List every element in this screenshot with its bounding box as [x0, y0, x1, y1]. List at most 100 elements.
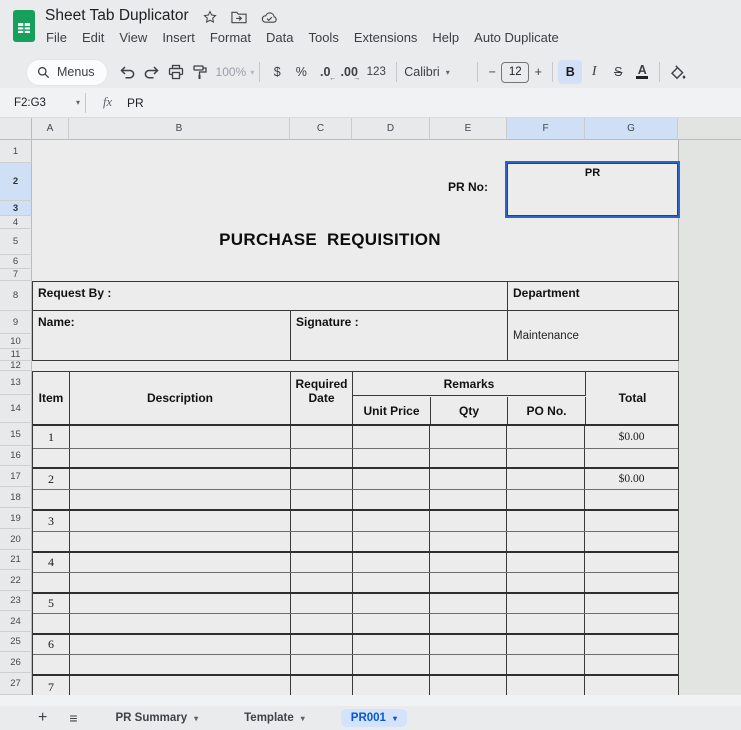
empty-cell[interactable] — [70, 469, 291, 489]
more-formats-button[interactable]: 123 — [361, 60, 391, 84]
empty-cell[interactable] — [353, 511, 431, 531]
row-header-19[interactable]: 19 — [0, 508, 32, 529]
empty-cell[interactable] — [70, 594, 291, 613]
header-description[interactable]: Description — [70, 372, 291, 424]
row-header-7[interactable]: 7 — [0, 269, 32, 281]
row-header-10[interactable]: 10 — [0, 334, 32, 349]
cell-pr-no-label[interactable]: PR No: — [377, 178, 488, 196]
cell-request-by[interactable]: Request By : — [33, 282, 508, 310]
empty-cell[interactable] — [353, 676, 431, 695]
empty-cell[interactable] — [430, 655, 507, 674]
empty-cell[interactable] — [70, 676, 291, 695]
empty-cell[interactable] — [507, 532, 585, 551]
column-header-F[interactable]: F — [507, 118, 585, 140]
empty-cell[interactable] — [585, 490, 678, 509]
header-required-date[interactable]: Required Date — [291, 372, 353, 424]
column-header-E[interactable]: E — [430, 118, 507, 140]
total-cell[interactable]: $0.00 — [585, 469, 678, 489]
empty-cell[interactable] — [430, 553, 507, 572]
empty-cell[interactable] — [353, 449, 431, 467]
row-header-17[interactable]: 17 — [0, 466, 32, 487]
header-total[interactable]: Total — [586, 372, 679, 424]
empty-cell[interactable] — [291, 469, 353, 489]
header-remarks[interactable]: Remarks — [353, 372, 586, 396]
undo-button[interactable] — [116, 60, 140, 84]
empty-cell[interactable] — [507, 635, 585, 654]
empty-cell[interactable] — [507, 573, 585, 592]
empty-cell[interactable] — [585, 532, 678, 551]
row-header-24[interactable]: 24 — [0, 611, 32, 632]
strikethrough-button[interactable]: S — [606, 60, 630, 84]
empty-cell[interactable] — [507, 449, 585, 467]
empty-cell[interactable] — [353, 635, 431, 654]
empty-cell[interactable] — [70, 655, 291, 674]
empty-cell[interactable] — [585, 614, 678, 633]
row-header-12[interactable]: 12 — [0, 361, 32, 371]
row-header-14[interactable]: 14 — [0, 395, 32, 423]
header-po-no[interactable]: PO No. — [508, 397, 586, 424]
column-header-B[interactable]: B — [69, 118, 290, 140]
fill-color-icon[interactable] — [665, 60, 689, 84]
cell-signature-label[interactable]: Signature : — [291, 311, 508, 360]
empty-cell[interactable] — [430, 511, 507, 531]
row-header-25[interactable]: 25 — [0, 632, 32, 652]
empty-cell[interactable] — [291, 655, 353, 674]
decrease-font-size-button[interactable]: − — [483, 60, 501, 84]
empty-cell[interactable] — [585, 655, 678, 674]
empty-cell[interactable] — [353, 573, 431, 592]
empty-cell[interactable] — [353, 532, 431, 551]
italic-button[interactable]: I — [582, 60, 606, 84]
item-number-cell[interactable]: 3 — [33, 511, 70, 531]
row-header-15[interactable]: 15 — [0, 423, 32, 446]
row-header-3[interactable]: 3 — [0, 201, 32, 216]
empty-cell[interactable] — [291, 594, 353, 613]
empty-cell[interactable] — [430, 614, 507, 633]
empty-cell[interactable] — [430, 426, 507, 448]
select-all-corner[interactable] — [0, 118, 32, 140]
font-size-input[interactable]: 12 — [501, 62, 529, 83]
move-folder-icon[interactable] — [231, 10, 247, 24]
header-item[interactable]: Item — [33, 372, 70, 424]
empty-cell[interactable] — [291, 449, 353, 467]
zoom-control[interactable]: 100% ▾ — [216, 65, 255, 79]
empty-cell[interactable] — [353, 490, 431, 509]
sheet-tab-template[interactable]: Template▾ — [234, 709, 315, 727]
row-header-13[interactable]: 13 — [0, 371, 32, 395]
currency-format-button[interactable]: $ — [265, 60, 289, 84]
cell-document-title[interactable]: PURCHASE REQUISITION — [180, 227, 480, 253]
name-box[interactable]: F2:G3 ▾ — [14, 97, 80, 109]
add-sheet-button[interactable]: + — [38, 709, 47, 727]
menus-search-button[interactable]: Menus — [27, 60, 107, 85]
menu-tools[interactable]: Tools — [308, 30, 338, 45]
row-header-5[interactable]: 5 — [0, 229, 32, 255]
empty-cell[interactable] — [33, 573, 70, 592]
total-cell[interactable]: $0.00 — [585, 426, 678, 448]
column-header-A[interactable]: A — [32, 118, 69, 140]
empty-cell[interactable] — [353, 594, 431, 613]
row-header-9[interactable]: 9 — [0, 311, 32, 334]
empty-cell[interactable] — [291, 511, 353, 531]
empty-cell[interactable] — [353, 614, 431, 633]
menu-edit[interactable]: Edit — [82, 30, 104, 45]
cloud-status-icon[interactable] — [261, 11, 278, 24]
empty-cell[interactable] — [33, 449, 70, 467]
document-title[interactable]: Sheet Tab Duplicator — [45, 7, 189, 25]
font-family-selector[interactable]: Calibri ▾ — [404, 65, 470, 79]
sheet-tab-pr-summary[interactable]: PR Summary▾ — [106, 709, 209, 727]
total-cell[interactable] — [585, 553, 678, 572]
row-header-22[interactable]: 22 — [0, 570, 32, 591]
empty-cell[interactable] — [507, 676, 585, 695]
empty-cell[interactable] — [353, 553, 431, 572]
column-header-C[interactable]: C — [290, 118, 352, 140]
row-header-8[interactable]: 8 — [0, 281, 32, 311]
item-number-cell[interactable]: 2 — [33, 469, 70, 489]
menu-insert[interactable]: Insert — [162, 30, 195, 45]
empty-cell[interactable] — [291, 426, 353, 448]
paint-format-icon[interactable] — [188, 60, 212, 84]
empty-cell[interactable] — [430, 469, 507, 489]
empty-cell[interactable] — [507, 490, 585, 509]
empty-cell[interactable] — [291, 490, 353, 509]
empty-cell[interactable] — [33, 655, 70, 674]
total-cell[interactable] — [585, 635, 678, 654]
header-unit-price[interactable]: Unit Price — [353, 397, 431, 424]
